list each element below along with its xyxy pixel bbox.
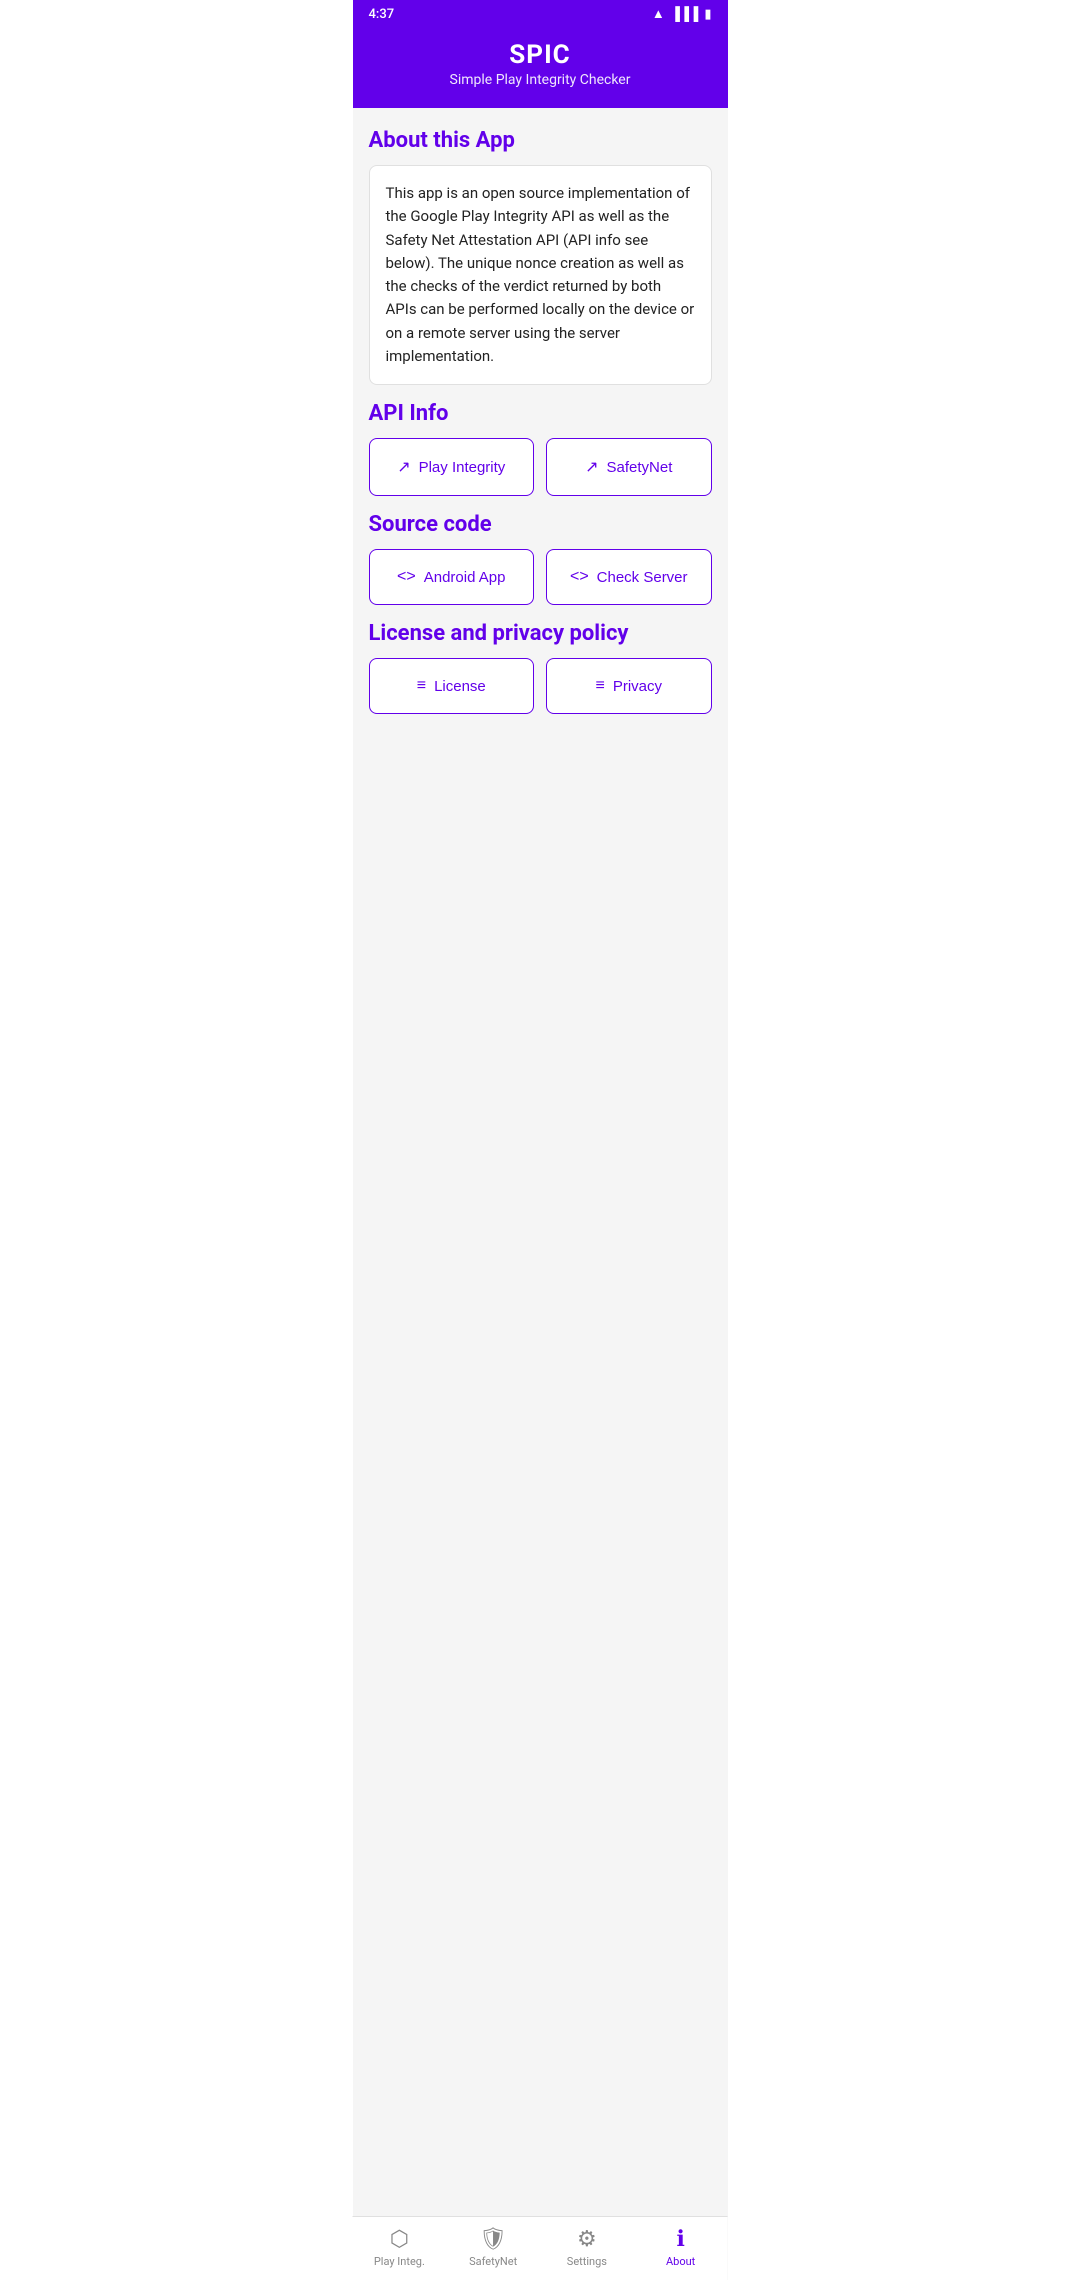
code-icon: <> <box>397 568 416 586</box>
safetynet-nav-icon: 🛡 <box>479 2229 507 2251</box>
list-icon-2: ≡ <box>595 677 604 695</box>
play-integrity-nav-icon: ⬡ <box>390 2229 409 2251</box>
app-title: SPIC <box>369 40 712 70</box>
play-integrity-api-label: Play Integrity <box>419 459 506 476</box>
nav-item-settings[interactable]: ⚙ Settings <box>540 2217 634 2280</box>
wifi-icon: ▲ <box>652 6 665 22</box>
source-code-section-heading: Source code <box>369 512 712 537</box>
safetynet-api-button[interactable]: ↗ SafetyNet <box>546 438 712 496</box>
play-integrity-api-button[interactable]: ↗ Play Integrity <box>369 438 535 496</box>
about-description: This app is an open source implementatio… <box>369 165 712 385</box>
api-button-row: ↗ Play Integrity ↗ SafetyNet <box>369 438 712 496</box>
app-header: SPIC Simple Play Integrity Checker <box>353 28 728 108</box>
nav-label-play-integrity: Play Integ. <box>374 2255 425 2268</box>
battery-icon: ▮ <box>704 7 711 22</box>
status-bar: 4:37 ▲ ▐▐▐ ▮ <box>353 0 728 28</box>
external-link-icon-2: ↗ <box>585 457 598 477</box>
list-icon: ≡ <box>417 677 426 695</box>
license-button[interactable]: ≡ License <box>369 658 535 714</box>
nav-label-about: About <box>666 2255 695 2268</box>
nav-item-about[interactable]: ℹ About <box>634 2217 728 2280</box>
status-time: 4:37 <box>369 7 395 22</box>
license-button-row: ≡ License ≡ Privacy <box>369 658 712 714</box>
api-info-section-heading: API Info <box>369 401 712 426</box>
main-content: About this App This app is an open sourc… <box>353 108 728 2280</box>
android-app-button[interactable]: <> Android App <box>369 549 535 605</box>
nav-label-settings: Settings <box>567 2255 607 2268</box>
nav-label-safetynet: SafetyNet <box>469 2255 517 2268</box>
external-link-icon: ↗ <box>397 457 410 477</box>
source-button-row: <> Android App <> Check Server <box>369 549 712 605</box>
status-icons: ▲ ▐▐▐ ▮ <box>652 6 712 22</box>
about-nav-icon: ℹ <box>676 2229 684 2251</box>
nav-item-play-integrity[interactable]: ⬡ Play Integ. <box>353 2217 447 2280</box>
signal-icon: ▐▐▐ <box>671 6 699 22</box>
code-icon-2: <> <box>570 568 589 586</box>
android-app-label: Android App <box>424 569 506 586</box>
settings-nav-icon: ⚙ <box>577 2229 597 2251</box>
safetynet-api-label: SafetyNet <box>607 459 673 476</box>
check-server-button[interactable]: <> Check Server <box>546 549 712 605</box>
privacy-label: Privacy <box>613 678 662 695</box>
app-subtitle: Simple Play Integrity Checker <box>369 72 712 88</box>
bottom-nav: ⬡ Play Integ. 🛡 SafetyNet ⚙ Settings ℹ A… <box>353 2216 728 2280</box>
license-label: License <box>434 678 486 695</box>
about-section-heading: About this App <box>369 128 712 153</box>
license-section-heading: License and privacy policy <box>369 621 712 646</box>
check-server-label: Check Server <box>597 569 688 586</box>
privacy-button[interactable]: ≡ Privacy <box>546 658 712 714</box>
nav-item-safetynet[interactable]: 🛡 SafetyNet <box>446 2217 540 2280</box>
